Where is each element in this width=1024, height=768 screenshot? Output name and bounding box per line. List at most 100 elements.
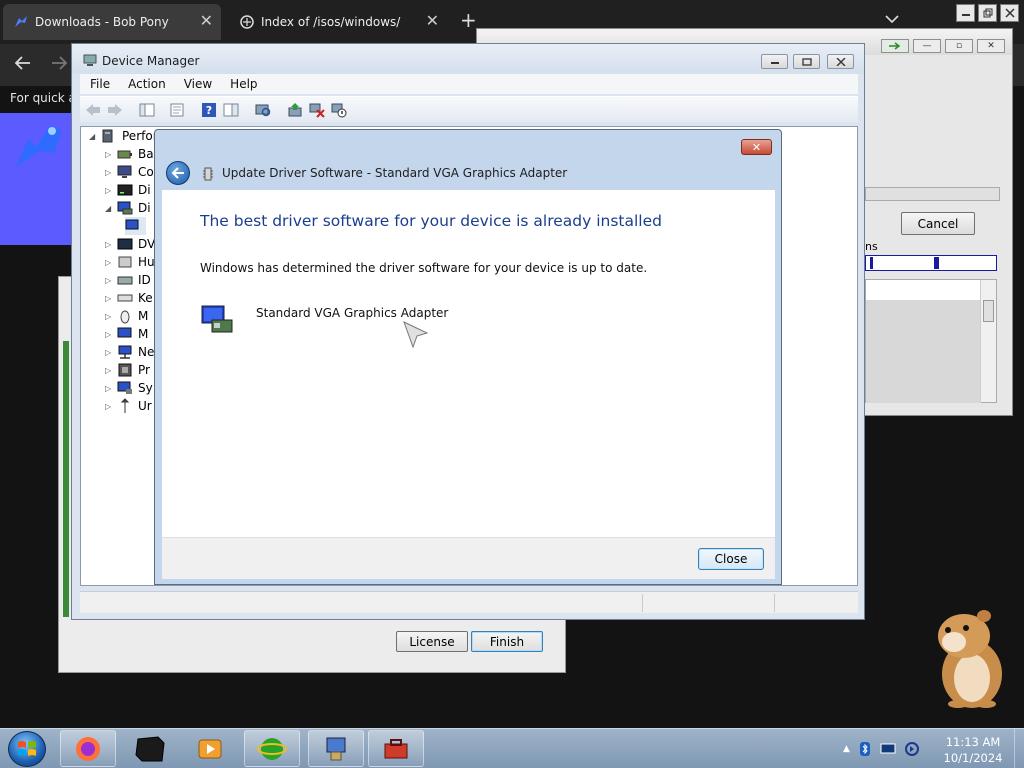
tree-item[interactable]: ▷ Co [105, 163, 154, 181]
ide-controller-icon [117, 272, 133, 288]
tree-item[interactable]: ▷ Hu [105, 253, 155, 271]
tree-root[interactable]: ◢ Perfor [89, 127, 158, 145]
progress-stripe [865, 255, 997, 271]
back-button[interactable] [166, 161, 190, 185]
toolbar: ? [80, 96, 858, 122]
close-button[interactable] [827, 54, 854, 69]
log-list[interactable] [865, 279, 997, 403]
minimize-button[interactable] [956, 4, 975, 22]
update-driver-icon[interactable] [286, 101, 304, 118]
expand-icon[interactable]: ▷ [105, 384, 117, 393]
chevron-down-icon[interactable] [885, 12, 899, 28]
tree-item-label: Co [138, 165, 154, 179]
forward-arrow-icon[interactable] [50, 52, 68, 76]
expand-icon[interactable]: ▷ [105, 276, 117, 285]
installer-side-bar [63, 341, 69, 617]
minimize-button[interactable]: — [913, 39, 941, 53]
collapse-icon[interactable]: ◢ [105, 204, 117, 213]
close-button[interactable]: ✕ [741, 139, 772, 155]
expand-icon[interactable]: ▷ [105, 366, 117, 375]
tree-item[interactable]: ▷ Ke [105, 289, 153, 307]
menu-action[interactable]: Action [118, 77, 174, 91]
tree-item-label: Di [138, 183, 151, 197]
uninstall-device-icon[interactable] [308, 101, 326, 118]
tree-item[interactable]: ▷ DV [105, 235, 155, 253]
expand-icon[interactable]: ▷ [105, 294, 117, 303]
disable-device-icon[interactable] [330, 101, 348, 118]
close-icon[interactable]: ✕ [426, 13, 439, 29]
expand-icon[interactable]: ▷ [105, 402, 117, 411]
taskbar-command-prompt[interactable] [122, 730, 178, 767]
tree-item[interactable]: ◢ Di [105, 199, 151, 217]
new-tab-button[interactable]: + [460, 10, 477, 30]
tab-downloads[interactable]: Downloads - Bob Pony ✕ [3, 4, 221, 40]
tree-item[interactable]: ▷ Di [105, 181, 151, 199]
expand-icon[interactable]: ▷ [105, 312, 117, 321]
taskbar-internet-explorer[interactable] [244, 730, 300, 767]
maximize-button[interactable] [793, 54, 820, 69]
scan-hardware-icon[interactable] [254, 101, 272, 118]
start-button[interactable] [8, 731, 46, 767]
restore-button[interactable]: ▫ [945, 39, 973, 53]
expand-icon[interactable]: ▷ [105, 330, 117, 339]
tree-item-selected[interactable] [125, 217, 146, 235]
tree-item-label: DV [138, 237, 156, 251]
expand-icon[interactable]: ▷ [105, 150, 117, 159]
tree-item[interactable]: ▷ M [105, 307, 148, 325]
device-manager-icon [83, 53, 97, 70]
tree-item[interactable]: ▷ Ba [105, 145, 154, 163]
restore-button[interactable] [978, 4, 997, 22]
tab-index-isos[interactable]: Index of /isos/windows/ ✕ [229, 4, 447, 40]
computer-icon [101, 128, 117, 144]
close-button[interactable]: ✕ [977, 39, 1005, 53]
expand-icon[interactable]: ▷ [105, 258, 117, 267]
taskbar-firefox[interactable] [60, 730, 116, 767]
tree-root-label: Perfor [122, 129, 158, 143]
expand-icon[interactable]: ▷ [105, 240, 117, 249]
finish-button[interactable]: Finish [471, 631, 543, 652]
taskbar-device-manager[interactable] [308, 730, 364, 767]
minimize-button[interactable] [761, 54, 788, 69]
back-arrow-icon[interactable] [14, 52, 32, 76]
taskbar-clock[interactable]: 11:13 AM 10/1/2024 [935, 734, 1011, 766]
taskbar-media-player[interactable] [182, 730, 238, 767]
expand-icon[interactable]: ▷ [105, 348, 117, 357]
taskbar-toolbox[interactable] [368, 730, 424, 767]
cancel-button[interactable]: Cancel [901, 212, 975, 235]
close-button[interactable] [1000, 4, 1019, 22]
keyboard-icon [117, 290, 133, 306]
help-icon[interactable]: ? [200, 101, 218, 118]
console-tree-icon[interactable] [138, 101, 156, 118]
menu-view[interactable]: View [174, 77, 220, 91]
close-icon[interactable]: ✕ [200, 13, 213, 29]
tree-item[interactable]: ▷ Ur [105, 397, 152, 415]
back-arrow-icon[interactable] [84, 101, 102, 118]
tree-item[interactable]: ▷ Ne [105, 343, 154, 361]
menu-help[interactable]: Help [220, 77, 265, 91]
tree-item[interactable]: ▷ ID [105, 271, 151, 289]
network-tray-icon[interactable] [880, 742, 896, 756]
window-title: Device Manager [102, 54, 200, 68]
menu-file[interactable]: File [80, 77, 118, 91]
vertical-scrollbar[interactable] [980, 280, 996, 402]
tree-item[interactable]: ▷ M [105, 325, 148, 343]
tray-overflow-button[interactable]: ▲ [843, 744, 850, 754]
close-dialog-button[interactable]: Close [698, 548, 764, 570]
volume-icon[interactable] [904, 741, 920, 757]
tree-item[interactable]: ▷ Pr [105, 361, 150, 379]
green-arrow-icon[interactable] [881, 39, 909, 53]
system-tray: ▲ [843, 729, 928, 768]
properties-sheet-icon[interactable] [168, 101, 186, 118]
tree-item-label: M [138, 309, 149, 323]
bluetooth-icon[interactable] [858, 741, 872, 757]
expand-icon[interactable]: ▷ [105, 186, 117, 195]
expand-icon[interactable]: ▷ [105, 168, 117, 177]
expand-icon[interactable]: ◢ [89, 132, 101, 141]
tree-item-label: Sy [138, 381, 153, 395]
tree-item[interactable]: ▷ Sy [105, 379, 153, 397]
forward-arrow-icon[interactable] [106, 101, 124, 118]
show-hide-pane-icon[interactable] [222, 101, 240, 118]
show-desktop-button[interactable] [1014, 729, 1024, 768]
tab-label: Downloads - Bob Pony [35, 15, 169, 29]
license-button[interactable]: License [396, 631, 468, 652]
